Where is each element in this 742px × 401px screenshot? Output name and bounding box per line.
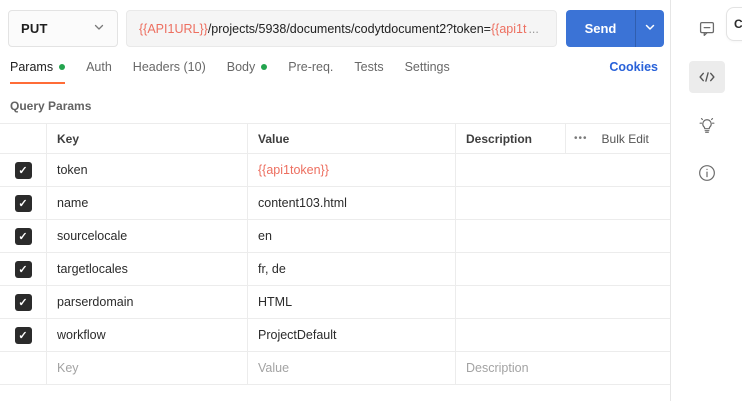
header-key: Key: [46, 124, 247, 153]
corner-partial-card[interactable]: C: [726, 7, 742, 41]
param-row-workflow: ✓ workflow ProjectDefault: [0, 319, 670, 352]
param-description-cell[interactable]: [455, 319, 670, 351]
checkbox-cell: ✓: [0, 319, 46, 351]
param-value-cell[interactable]: ProjectDefault: [247, 319, 455, 351]
row-checkbox[interactable]: ✓: [15, 228, 32, 245]
checkbox-cell: ✓: [0, 187, 46, 219]
row-checkbox[interactable]: ✓: [15, 294, 32, 311]
new-param-key-input[interactable]: Key: [46, 352, 247, 384]
param-row-targetlocales: ✓ targetlocales fr, de: [0, 253, 670, 286]
params-status-dot: [59, 64, 65, 70]
tab-body[interactable]: Body: [227, 60, 268, 82]
header-description: Description: [455, 124, 565, 153]
tab-label: Pre-req.: [288, 60, 333, 74]
cookies-link[interactable]: Cookies: [609, 60, 658, 74]
tab-label: Params: [10, 60, 53, 74]
row-checkbox[interactable]: ✓: [15, 195, 32, 212]
code-icon[interactable]: [689, 61, 725, 93]
param-key-cell[interactable]: name: [46, 187, 247, 219]
body-status-dot: [261, 64, 267, 70]
tab-params[interactable]: Params: [10, 60, 65, 84]
row-checkbox[interactable]: ✓: [15, 327, 32, 344]
send-options-button[interactable]: [635, 10, 664, 47]
param-description-cell[interactable]: [455, 154, 670, 186]
request-bar: PUT {{API1URL}}/projects/5938/documents/…: [0, 0, 670, 47]
tab-label: Tests: [354, 60, 383, 74]
param-row-token: ✓ token {{api1token}}: [0, 154, 670, 187]
method-select[interactable]: PUT: [8, 10, 118, 47]
param-value-cell[interactable]: HTML: [247, 286, 455, 318]
table-header-row: Key Value Description ••• Bulk Edit: [0, 124, 670, 154]
row-checkbox[interactable]: ✓: [15, 261, 32, 278]
app-root: PUT {{API1URL}}/projects/5938/documents/…: [0, 0, 742, 401]
param-description-cell[interactable]: [455, 286, 670, 318]
param-value-cell[interactable]: {{api1token}}: [247, 154, 455, 186]
chevron-down-icon: [644, 21, 656, 36]
param-value-cell[interactable]: en: [247, 220, 455, 252]
param-row-sourcelocale: ✓ sourcelocale en: [0, 220, 670, 253]
bulk-edit-button[interactable]: Bulk Edit: [602, 132, 649, 146]
url-ellipsis: ...: [528, 22, 538, 36]
tab-headers[interactable]: Headers (10): [133, 60, 206, 82]
param-row-empty: Key Value Description: [0, 352, 670, 385]
query-params-table: Key Value Description ••• Bulk Edit ✓ to…: [0, 123, 670, 385]
header-actions-cell: ••• Bulk Edit: [565, 124, 670, 153]
tab-auth[interactable]: Auth: [86, 60, 112, 82]
tab-tests[interactable]: Tests: [354, 60, 383, 82]
new-param-value-input[interactable]: Value: [247, 352, 455, 384]
tab-label: Body: [227, 60, 256, 74]
param-key-cell[interactable]: targetlocales: [46, 253, 247, 285]
param-row-name: ✓ name content103.html: [0, 187, 670, 220]
url-token-variable: {{api1t: [491, 22, 526, 36]
comment-icon[interactable]: [689, 13, 725, 45]
tab-pre-req[interactable]: Pre-req.: [288, 60, 333, 82]
url-base-variable: {{API1URL}}: [139, 22, 208, 36]
url-input[interactable]: {{API1URL}}/projects/5938/documents/cody…: [126, 10, 557, 47]
param-value-cell[interactable]: fr, de: [247, 253, 455, 285]
param-description-cell[interactable]: [455, 253, 670, 285]
tab-label: Auth: [86, 60, 112, 74]
param-description-cell[interactable]: [455, 220, 670, 252]
method-label: PUT: [21, 21, 48, 36]
param-row-parserdomain: ✓ parserdomain HTML: [0, 286, 670, 319]
new-param-description-input[interactable]: Description: [455, 352, 670, 384]
request-panel: PUT {{API1URL}}/projects/5938/documents/…: [0, 0, 671, 401]
param-key-cell[interactable]: workflow: [46, 319, 247, 351]
checkbox-cell: [0, 352, 46, 384]
param-value-cell[interactable]: content103.html: [247, 187, 455, 219]
send-button[interactable]: Send: [566, 10, 635, 47]
url-path: /projects/5938/documents/codytdocument2?…: [208, 22, 491, 36]
send-button-group: Send: [566, 10, 664, 47]
corner-glyph: C: [734, 17, 742, 31]
chevron-down-icon: [93, 20, 105, 38]
param-key-cell[interactable]: parserdomain: [46, 286, 247, 318]
tab-label: Headers (10): [133, 60, 206, 74]
request-tabs: Params Auth Headers (10) Body Pre-req. T…: [0, 60, 670, 87]
tab-settings[interactable]: Settings: [405, 60, 450, 82]
lightbulb-icon[interactable]: [689, 109, 725, 141]
more-options-icon[interactable]: •••: [574, 133, 588, 144]
row-checkbox[interactable]: ✓: [15, 162, 32, 179]
checkbox-cell: ✓: [0, 154, 46, 186]
query-params-title: Query Params: [10, 99, 670, 113]
info-icon[interactable]: [689, 157, 725, 189]
right-sidebar: [671, 0, 742, 401]
checkbox-cell: ✓: [0, 220, 46, 252]
checkbox-cell: ✓: [0, 286, 46, 318]
param-key-cell[interactable]: sourcelocale: [46, 220, 247, 252]
checkbox-cell: ✓: [0, 253, 46, 285]
header-checkbox-cell: [0, 124, 46, 153]
header-value: Value: [247, 124, 455, 153]
param-description-cell[interactable]: [455, 187, 670, 219]
tab-label: Settings: [405, 60, 450, 74]
param-key-cell[interactable]: token: [46, 154, 247, 186]
